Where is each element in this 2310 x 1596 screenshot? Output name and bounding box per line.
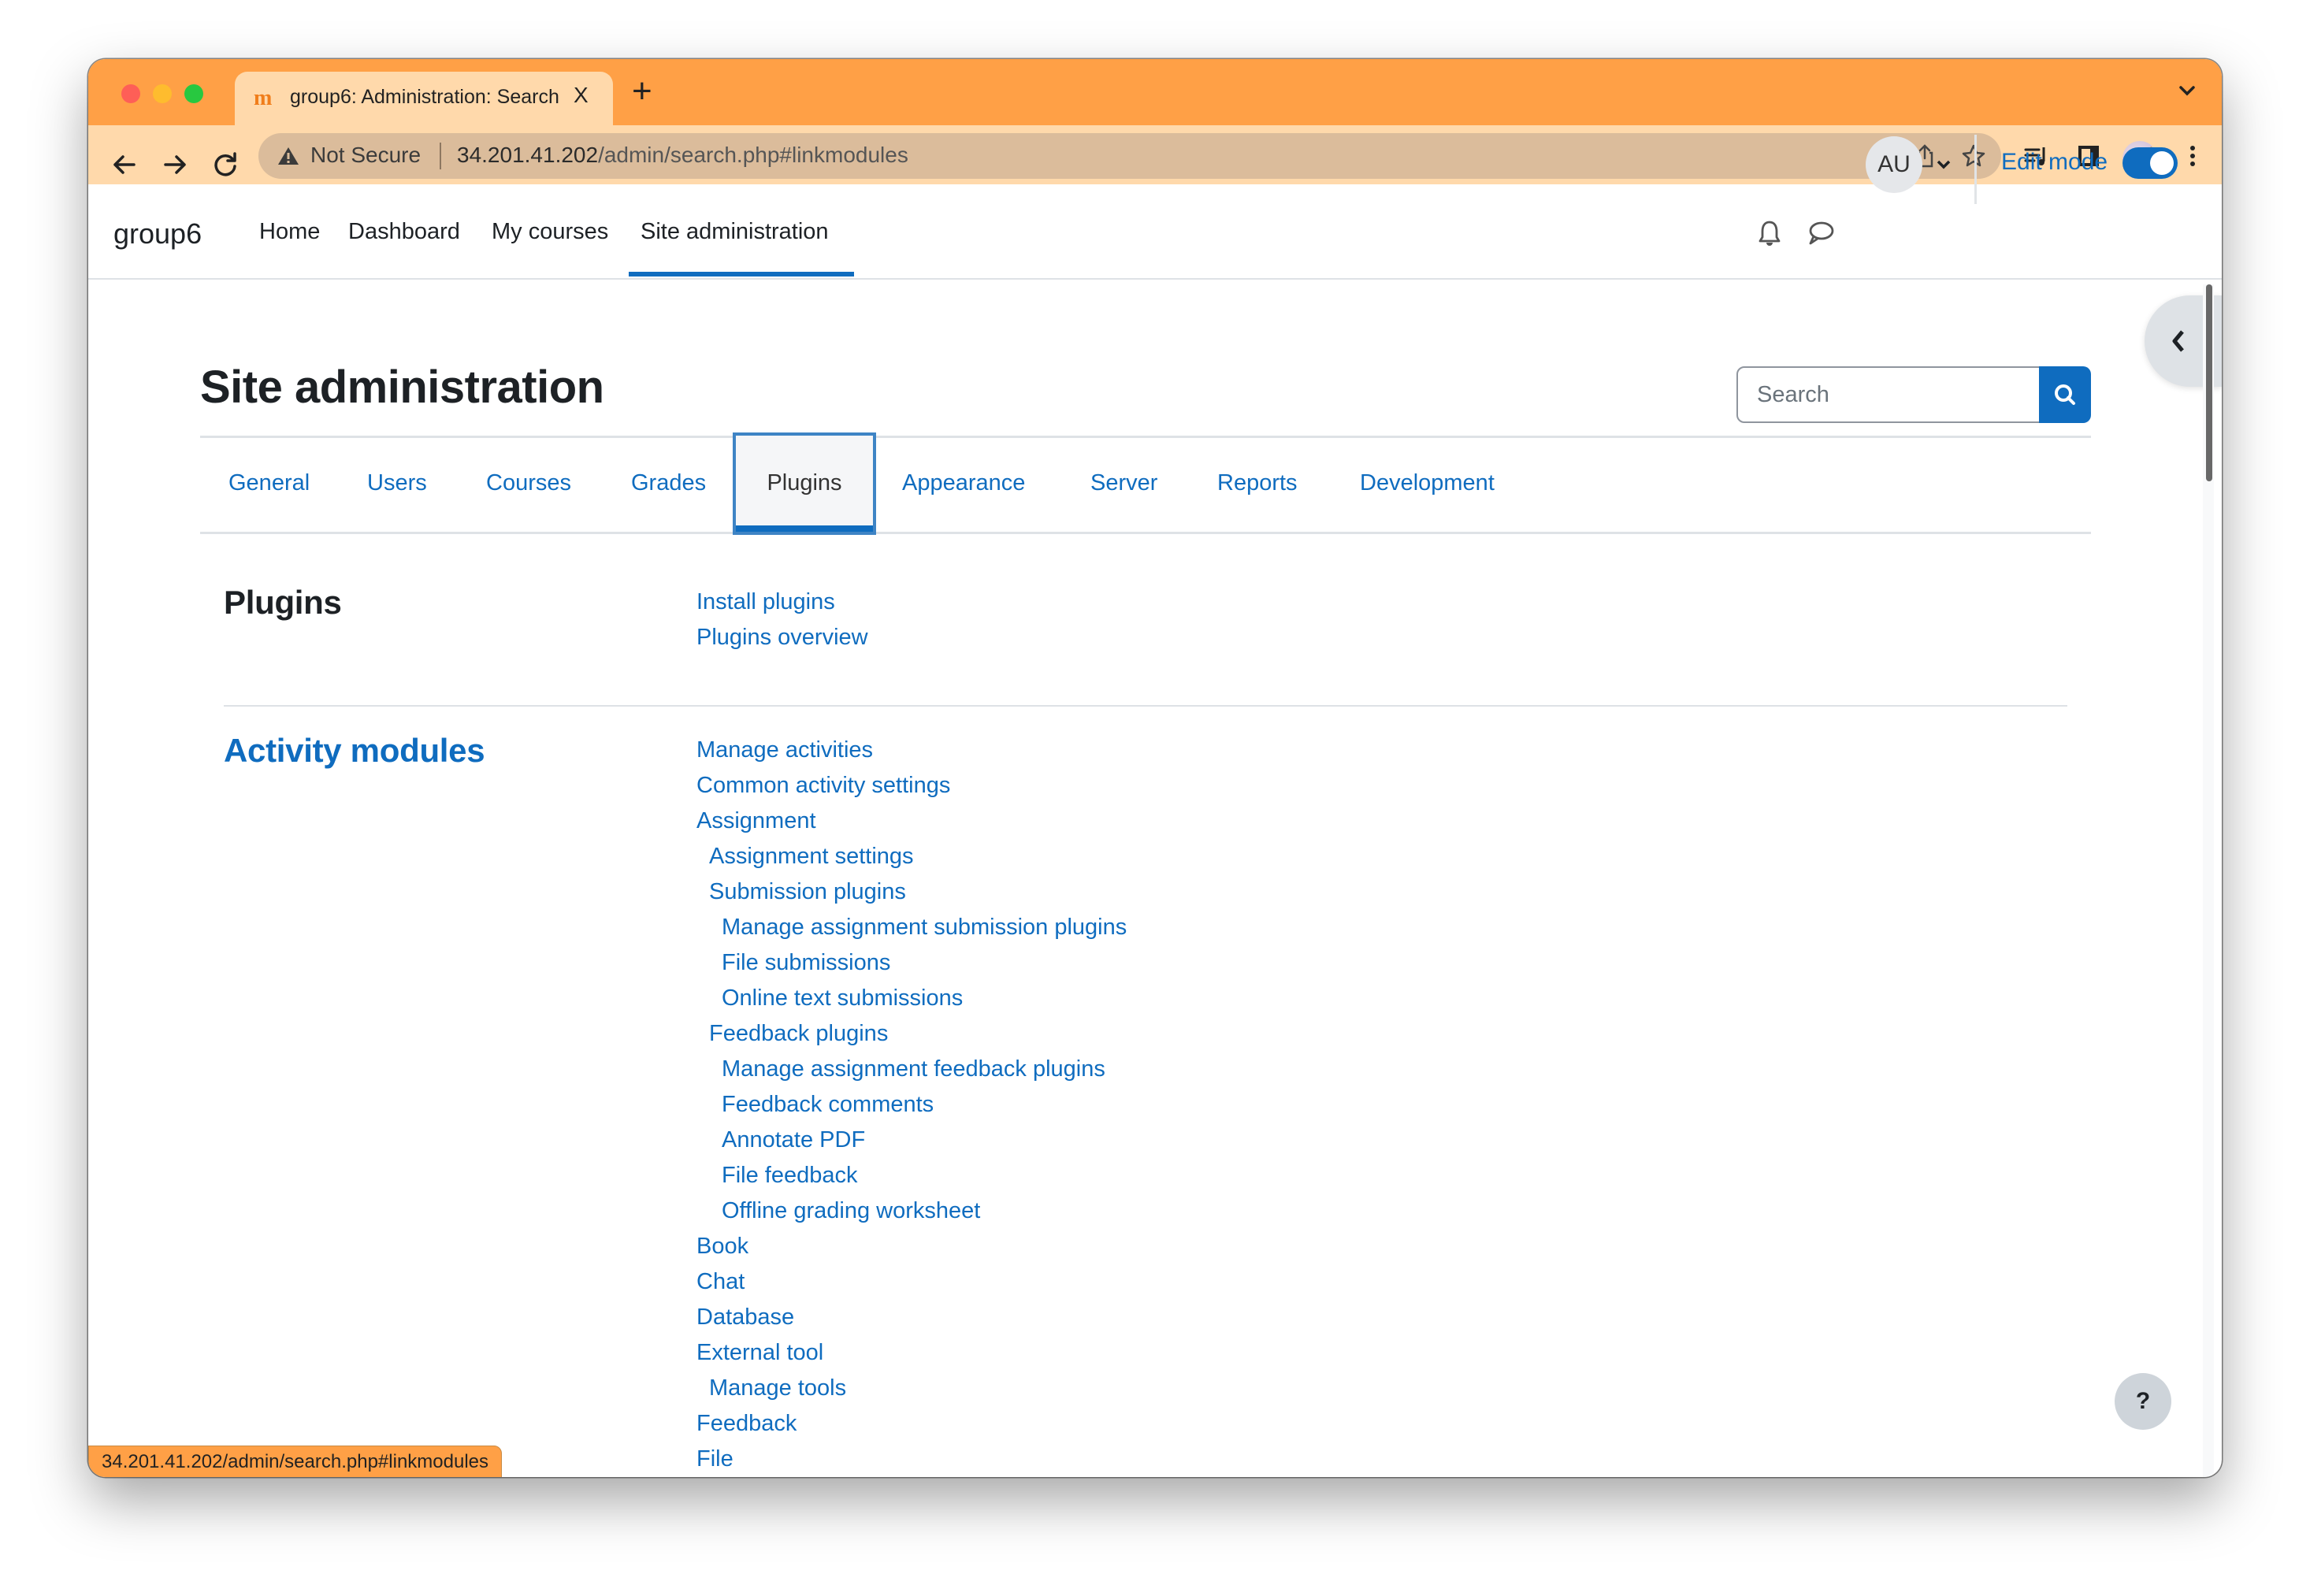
moodle-favicon-icon: m	[254, 86, 273, 110]
not-secure-label[interactable]: Not Secure	[310, 143, 421, 168]
tab-users[interactable]: Users	[367, 470, 427, 496]
link-manage-tools[interactable]: Manage tools	[696, 1371, 1127, 1406]
link-online-text-submissions[interactable]: Online text submissions	[696, 981, 1127, 1016]
minimize-window-button[interactable]	[153, 84, 172, 103]
url-path: /admin/search.php#linkmodules	[598, 143, 908, 167]
link-manage-assignment-feedback-plugins[interactable]: Manage assignment feedback plugins	[696, 1052, 1127, 1087]
tabs-bottom-border	[200, 532, 2091, 534]
address-bar[interactable]: Not Secure 34.201.41.202/admin/search.ph…	[258, 133, 2001, 179]
link-offline-grading-worksheet[interactable]: Offline grading worksheet	[696, 1193, 1127, 1229]
page-scrollbar-thumb[interactable]	[2206, 284, 2212, 481]
url-host: 34.201.41.202	[457, 143, 599, 167]
chevron-left-icon	[2172, 330, 2184, 352]
tab-strip: m group6: Administration: Search X +	[88, 59, 2222, 125]
tab-general[interactable]: General	[228, 470, 310, 496]
nav-site-administration[interactable]: Site administration	[641, 219, 829, 245]
back-icon[interactable]	[107, 147, 142, 182]
admin-search-input[interactable]	[1738, 368, 2039, 421]
tab-reports[interactable]: Reports	[1217, 470, 1298, 496]
link-install-plugins[interactable]: Install plugins	[696, 585, 868, 620]
header-divider	[1974, 135, 1977, 204]
link-manage-activities[interactable]: Manage activities	[696, 733, 1127, 768]
link-file-submissions[interactable]: File submissions	[696, 945, 1127, 981]
section-divider	[224, 705, 2067, 707]
link-feedback[interactable]: Feedback	[696, 1406, 1127, 1442]
browser-window: m group6: Administration: Search X + Not	[88, 59, 2222, 1477]
link-file[interactable]: File	[696, 1442, 1127, 1477]
link-database[interactable]: Database	[696, 1300, 1127, 1335]
page-title: Site administration	[200, 362, 604, 413]
tab-close-icon[interactable]: X	[574, 83, 589, 108]
notification-bell-icon[interactable]	[1754, 217, 1785, 249]
new-tab-button[interactable]: +	[632, 72, 652, 111]
section-heading-plugins: Plugins	[224, 584, 342, 621]
reload-icon[interactable]	[208, 147, 243, 182]
link-assignment-settings[interactable]: Assignment settings	[696, 839, 1127, 874]
link-annotate-pdf[interactable]: Annotate PDF	[696, 1123, 1127, 1158]
link-chat[interactable]: Chat	[696, 1264, 1127, 1300]
admin-search-field[interactable]	[1736, 366, 2041, 423]
user-menu-chevron-icon[interactable]	[1935, 157, 1952, 173]
close-window-button[interactable]	[121, 84, 140, 103]
link-assignment[interactable]: Assignment	[696, 804, 1127, 839]
link-feedback-comments[interactable]: Feedback comments	[696, 1087, 1127, 1123]
tab-title: group6: Administration: Search	[290, 86, 559, 108]
url-text[interactable]: 34.201.41.202/admin/search.php#linkmodul…	[457, 143, 908, 168]
user-avatar[interactable]: AU	[1866, 136, 1922, 193]
link-plugins-overview[interactable]: Plugins overview	[696, 620, 868, 655]
warning-icon	[278, 147, 299, 165]
tab-appearance[interactable]: Appearance	[902, 470, 1025, 496]
link-external-tool[interactable]: External tool	[696, 1335, 1127, 1371]
link-file-feedback[interactable]: File feedback	[696, 1158, 1127, 1193]
section-heading-activity-modules[interactable]: Activity modules	[224, 732, 485, 770]
site-navbar: group6 Home Dashboard My courses Site ad…	[88, 184, 2222, 280]
tab-search-chevron-icon[interactable]	[2174, 78, 2200, 103]
tab-grades[interactable]: Grades	[631, 470, 706, 496]
nav-my-courses[interactable]: My courses	[492, 219, 608, 245]
messages-chat-icon[interactable]	[1804, 217, 1836, 249]
browser-menu-icon[interactable]	[2179, 143, 2206, 169]
link-book[interactable]: Book	[696, 1229, 1127, 1264]
tabs-top-border	[200, 436, 2091, 438]
help-button[interactable]: ?	[2115, 1373, 2171, 1430]
tab-development[interactable]: Development	[1360, 470, 1495, 496]
edit-mode-toggle[interactable]	[2122, 147, 2178, 179]
link-manage-assignment-submission-plugins[interactable]: Manage assignment submission plugins	[696, 910, 1127, 945]
tab-server[interactable]: Server	[1090, 470, 1157, 496]
active-nav-indicator	[629, 272, 854, 277]
admin-search-button[interactable]	[2039, 366, 2091, 423]
nav-home[interactable]: Home	[259, 219, 320, 245]
site-brand[interactable]: group6	[113, 217, 202, 251]
link-common-activity-settings[interactable]: Common activity settings	[696, 768, 1127, 804]
link-feedback-plugins[interactable]: Feedback plugins	[696, 1016, 1127, 1052]
tab-courses[interactable]: Courses	[486, 470, 571, 496]
link-hover-status-bar: 34.201.41.202/admin/search.php#linkmodul…	[88, 1446, 503, 1477]
edit-mode-label: Edit mode	[2001, 149, 2108, 175]
link-submission-plugins[interactable]: Submission plugins	[696, 874, 1127, 910]
bookmark-star-icon[interactable]	[1960, 143, 1987, 169]
maximize-window-button[interactable]	[184, 84, 203, 103]
tab-plugins-label: Plugins	[767, 470, 842, 496]
plugins-link-list: Install plugins Plugins overview	[696, 585, 868, 655]
forward-icon[interactable]	[158, 147, 192, 182]
nav-dashboard[interactable]: Dashboard	[348, 219, 460, 245]
search-icon	[2055, 384, 2075, 405]
tab-plugins[interactable]: Plugins	[733, 432, 876, 535]
browser-tab[interactable]: m group6: Administration: Search X	[235, 72, 613, 125]
activity-modules-link-list: Manage activities Common activity setting…	[696, 733, 1127, 1477]
omnibox-divider	[440, 143, 441, 169]
